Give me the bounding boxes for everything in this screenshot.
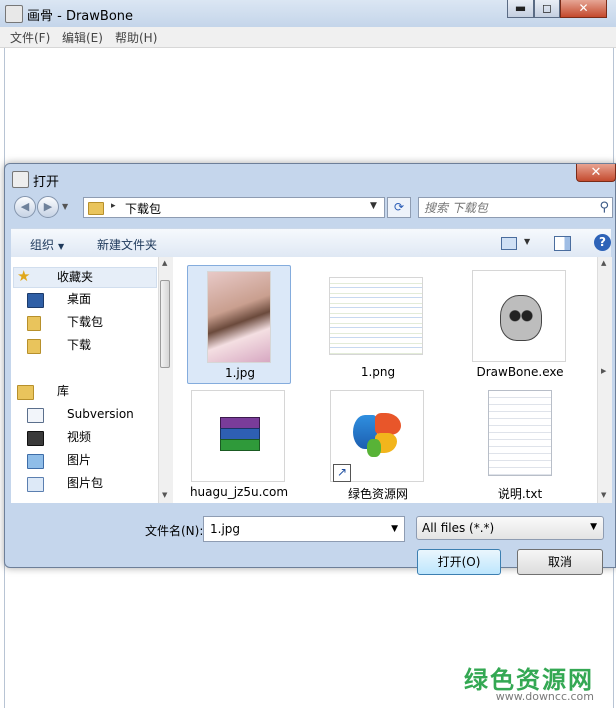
scroll-up-icon[interactable]: ▲ xyxy=(162,259,167,267)
dialog-title: 打开 xyxy=(33,175,60,190)
minimize-button[interactable]: ▬ xyxy=(507,0,534,18)
file-name: 1.jpg xyxy=(224,366,256,380)
file-item-green-resource-shortcut[interactable]: ↗ 绿色资源网 xyxy=(326,385,430,504)
skull-drawing xyxy=(500,295,542,341)
butterfly-shortcut-icon: ↗ xyxy=(330,390,424,482)
nav-item-videos[interactable]: 视频 xyxy=(67,427,91,448)
file-name: 说明.txt xyxy=(497,487,543,501)
watermark-url: www.downcc.com xyxy=(495,690,594,703)
cancel-button[interactable]: 取消 xyxy=(517,549,603,575)
search-icon[interactable]: ⚲ xyxy=(599,200,609,215)
file-list: 1.jpg 1.png DrawBone.exe huagu_jz5u.com xyxy=(173,257,612,504)
window-title: 画骨 - DrawBone xyxy=(27,9,134,24)
refresh-icon: ⟳ xyxy=(393,200,405,214)
desktop-icon xyxy=(27,293,44,308)
filetype-value: All files (*.*) xyxy=(422,521,495,535)
dialog-close-button[interactable]: ✕ xyxy=(576,164,616,182)
file-item-1-jpg[interactable]: 1.jpg xyxy=(187,265,291,384)
butterfly-wing-red xyxy=(375,413,401,435)
forward-button[interactable]: ▶ xyxy=(37,196,59,218)
recent-locations-dropdown[interactable]: ▼ xyxy=(62,202,68,211)
window-title-bar: 画骨 - DrawBone ▬ ◻ ✕ xyxy=(0,0,616,28)
view-options-dropdown-icon[interactable]: ▼ xyxy=(524,237,530,246)
chevron-down-icon[interactable]: ▼ xyxy=(590,522,597,532)
file-name: DrawBone.exe xyxy=(476,365,564,379)
filetype-select[interactable]: All files (*.*) ▼ xyxy=(416,516,604,540)
menu-edit[interactable]: 编辑(E) xyxy=(62,29,103,46)
scroll-down-icon[interactable]: ▼ xyxy=(162,491,167,499)
nav-item-downloads-pack[interactable]: 下载包 xyxy=(67,312,103,333)
maximize-button[interactable]: ◻ xyxy=(534,0,560,18)
filename-label: 文件名(N): xyxy=(145,524,204,538)
navigation-pane: ★ 收藏夹 桌面 下载包 下载 库 Subversion 视频 图片 图片包 ▲… xyxy=(11,257,173,503)
star-icon: ★ xyxy=(17,267,31,285)
archive-book-green xyxy=(220,439,260,451)
drawbone-app-icon xyxy=(5,5,23,23)
close-button[interactable]: ✕ xyxy=(560,0,607,18)
picture-icon xyxy=(27,454,44,469)
nav-item-picture-pack[interactable]: 图片包 xyxy=(67,473,103,494)
menu-file[interactable]: 文件(F) xyxy=(10,29,50,46)
skull-sketch-thumbnail xyxy=(472,270,566,362)
library-icon xyxy=(17,385,34,400)
scroll-up-icon[interactable]: ▲ xyxy=(601,259,606,267)
nav-item-favorites[interactable]: 收藏夹 xyxy=(57,267,93,288)
subversion-icon xyxy=(27,408,44,423)
nav-scrollbar-thumb[interactable] xyxy=(160,280,170,368)
file-name: 1.png xyxy=(360,365,396,379)
new-folder-button[interactable]: 新建文件夹 xyxy=(97,236,157,253)
refresh-button[interactable]: ⟳ xyxy=(387,197,411,218)
scroll-down-icon[interactable]: ▼ xyxy=(601,491,606,499)
file-item-1-png[interactable]: 1.png xyxy=(326,265,430,384)
address-bar[interactable]: ▸ 下载包 ▼ xyxy=(83,197,385,218)
picture-folder-icon xyxy=(27,477,44,492)
photo-thumbnail xyxy=(207,271,271,363)
nav-item-desktop[interactable]: 桌面 xyxy=(67,289,91,310)
breadcrumb-separator-icon: ▸ xyxy=(111,201,116,211)
file-item-huagu-archive[interactable]: huagu_jz5u.com xyxy=(187,385,291,504)
breadcrumb-current[interactable]: 下载包 xyxy=(125,200,161,217)
file-list-scrollbar[interactable]: ▲ ▶ ▼ xyxy=(597,257,612,503)
shortcut-arrow-icon: ↗ xyxy=(333,464,351,482)
help-icon[interactable]: ? xyxy=(594,234,611,251)
organize-label: 组织 xyxy=(30,238,55,252)
folder-icon xyxy=(27,316,41,331)
search-input[interactable] xyxy=(422,199,591,217)
filename-combobox[interactable]: ▼ xyxy=(203,516,405,542)
open-button[interactable]: 打开(O) xyxy=(417,549,501,575)
view-mode-icon[interactable] xyxy=(501,237,517,250)
back-button[interactable]: ◀ xyxy=(14,196,36,218)
webpage-screenshot-thumbnail xyxy=(329,277,423,355)
nav-item-libraries[interactable]: 库 xyxy=(57,381,69,402)
forward-arrow-icon: ▶ xyxy=(43,200,53,213)
folder-icon xyxy=(88,202,104,215)
video-icon xyxy=(27,431,44,446)
dialog-toolbar: 组织 ▼ 新建文件夹 ▼ ? xyxy=(11,228,611,258)
nav-item-downloads[interactable]: 下载 xyxy=(67,335,91,356)
download-folder-icon xyxy=(27,339,41,354)
organize-button[interactable]: 组织 ▼ xyxy=(30,236,64,253)
scroll-right-icon[interactable]: ▶ xyxy=(601,367,606,375)
filename-input[interactable] xyxy=(208,521,382,537)
butterfly-wing-green xyxy=(367,439,381,457)
nav-item-subversion[interactable]: Subversion xyxy=(67,404,134,425)
text-document-icon xyxy=(488,390,552,476)
file-name: huagu_jz5u.com xyxy=(189,485,289,499)
file-item-readme-txt[interactable]: 说明.txt xyxy=(468,385,572,504)
preview-pane-icon[interactable] xyxy=(554,236,571,251)
dialog-app-icon xyxy=(12,171,29,188)
nav-item-pictures[interactable]: 图片 xyxy=(67,450,91,471)
search-box[interactable]: ⚲ xyxy=(418,197,613,218)
file-name: 绿色资源网 xyxy=(347,487,408,501)
back-arrow-icon: ◀ xyxy=(20,200,30,213)
menu-bar: 文件(F) 编辑(E) 帮助(H) xyxy=(0,27,616,48)
file-item-drawbone-exe[interactable]: DrawBone.exe xyxy=(468,265,572,384)
address-dropdown-icon[interactable]: ▼ xyxy=(370,201,377,211)
open-file-dialog: 打开 ✕ ◀ ▶ ▼ ▸ 下载包 ▼ ⟳ ⚲ 组织▼ 新建文件夹 ▼ ? ★ 收… xyxy=(4,163,616,575)
chevron-down-icon: ▼ xyxy=(58,242,65,251)
menu-help[interactable]: 帮助(H) xyxy=(115,29,157,46)
winrar-archive-icon xyxy=(191,390,285,482)
chevron-down-icon[interactable]: ▼ xyxy=(391,524,398,534)
